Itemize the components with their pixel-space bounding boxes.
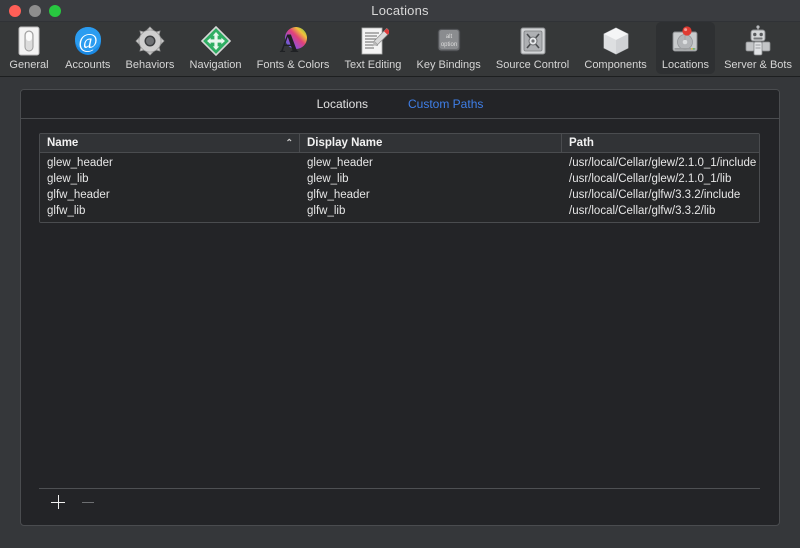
text-editing-icon — [357, 25, 389, 57]
toolbar-item-navigation[interactable]: Navigation — [184, 22, 248, 74]
svg-text:option: option — [440, 42, 456, 48]
toolbar-item-fonts-and-colors[interactable]: A Fonts & Colors — [251, 22, 336, 74]
custom-paths-table: Name ⌃ Display Name Path glew_header gle… — [39, 133, 760, 223]
panel-tab-bar: Locations Custom Paths — [21, 90, 779, 119]
table-row[interactable]: glew_lib glew_lib /usr/local/Cellar/glew… — [40, 171, 759, 187]
bottom-button-group — [39, 489, 760, 515]
column-header-path[interactable]: Path — [562, 134, 759, 152]
cell-display-name: glfw_header — [307, 189, 370, 201]
toolbar-item-label: Locations — [661, 59, 709, 71]
sort-ascending-icon: ⌃ — [285, 137, 293, 148]
toolbar-item-server-and-bots[interactable]: Server & Bots — [718, 22, 798, 74]
column-header-label: Name — [47, 137, 79, 149]
toolbar-item-label: Text Editing — [344, 59, 402, 71]
locations-icon — [669, 25, 701, 57]
window-title: Locations — [371, 3, 429, 18]
cell-display-name: glew_header — [307, 157, 373, 169]
toolbar-item-label: Server & Bots — [724, 59, 792, 71]
preferences-content: Locations Custom Paths Name ⌃ Display Na… — [0, 77, 800, 548]
panel-bottom-bar — [21, 488, 779, 525]
svg-text:A: A — [280, 29, 299, 57]
cell-display-name: glfw_lib — [307, 205, 346, 217]
column-header-label: Path — [569, 137, 594, 149]
components-icon — [600, 25, 632, 57]
title-bar: Locations — [0, 0, 800, 22]
toolbar-item-label: Source Control — [495, 59, 570, 71]
toolbar-item-text-editing[interactable]: Text Editing — [339, 22, 408, 74]
toolbar-item-label: Components — [584, 59, 647, 71]
general-icon — [13, 25, 45, 57]
toolbar-item-label: Behaviors — [125, 59, 175, 71]
svg-text:@: @ — [78, 29, 97, 53]
table-empty-area — [39, 223, 760, 488]
toolbar-item-label: Navigation — [189, 59, 242, 71]
add-path-button[interactable] — [49, 493, 67, 511]
toolbar-item-general[interactable]: General — [2, 22, 56, 74]
toolbar-item-label: Accounts — [65, 59, 111, 71]
toolbar-item-key-bindings[interactable]: alt option Key Bindings — [411, 22, 487, 74]
table-row[interactable]: glew_header glew_header /usr/local/Cella… — [40, 155, 759, 171]
server-and-bots-icon — [742, 25, 774, 57]
source-control-icon — [517, 25, 549, 57]
svg-text:alt: alt — [445, 34, 452, 40]
custom-paths-panel: Locations Custom Paths Name ⌃ Display Na… — [20, 89, 780, 526]
cell-display-name: glew_lib — [307, 173, 349, 185]
preferences-toolbar: General @ Accounts Behaviors Navigation … — [0, 22, 800, 77]
table-body: glew_header glew_header /usr/local/Cella… — [40, 153, 759, 222]
table-header-row: Name ⌃ Display Name Path — [40, 134, 759, 153]
column-header-name[interactable]: Name ⌃ — [40, 134, 300, 152]
fonts-and-colors-icon: A — [277, 25, 309, 57]
cell-path: /usr/local/Cellar/glew/2.1.0_1/include — [569, 157, 757, 169]
toolbar-item-label: Key Bindings — [416, 59, 481, 71]
remove-path-button — [79, 493, 97, 511]
column-header-label: Display Name — [307, 137, 383, 149]
cell-name: glfw_lib — [47, 205, 86, 217]
table-row[interactable]: glfw_header glfw_header /usr/local/Cella… — [40, 187, 759, 203]
toolbar-item-locations[interactable]: Locations — [655, 22, 715, 74]
toolbar-item-label: Fonts & Colors — [256, 59, 330, 71]
cell-name: glew_lib — [47, 173, 89, 185]
toolbar-item-source-control[interactable]: Source Control — [490, 22, 575, 74]
key-bindings-icon: alt option — [433, 25, 465, 57]
cell-path: /usr/local/Cellar/glfw/3.3.2/include — [569, 189, 741, 201]
tab-locations[interactable]: Locations — [315, 96, 370, 112]
cell-path: /usr/local/Cellar/glew/2.1.0_1/lib — [569, 173, 732, 185]
accounts-icon: @ — [72, 25, 104, 57]
toolbar-item-label: General — [9, 59, 49, 71]
column-header-display-name[interactable]: Display Name — [300, 134, 562, 152]
cell-path: /usr/local/Cellar/glfw/3.3.2/lib — [569, 205, 716, 217]
preferences-window: Locations General @ Accounts Behaviors N… — [0, 0, 800, 548]
custom-paths-table-area: Name ⌃ Display Name Path glew_header gle… — [21, 119, 779, 488]
toolbar-item-accounts[interactable]: @ Accounts — [59, 22, 116, 74]
cell-name: glfw_header — [47, 189, 110, 201]
table-row[interactable]: glfw_lib glfw_lib /usr/local/Cellar/glfw… — [40, 203, 759, 219]
cell-name: glew_header — [47, 157, 113, 169]
toolbar-item-components[interactable]: Components — [578, 22, 652, 74]
navigation-icon — [200, 25, 232, 57]
toolbar-item-behaviors[interactable]: Behaviors — [120, 22, 181, 74]
behaviors-icon — [134, 25, 166, 57]
tab-custom-paths[interactable]: Custom Paths — [406, 96, 485, 112]
